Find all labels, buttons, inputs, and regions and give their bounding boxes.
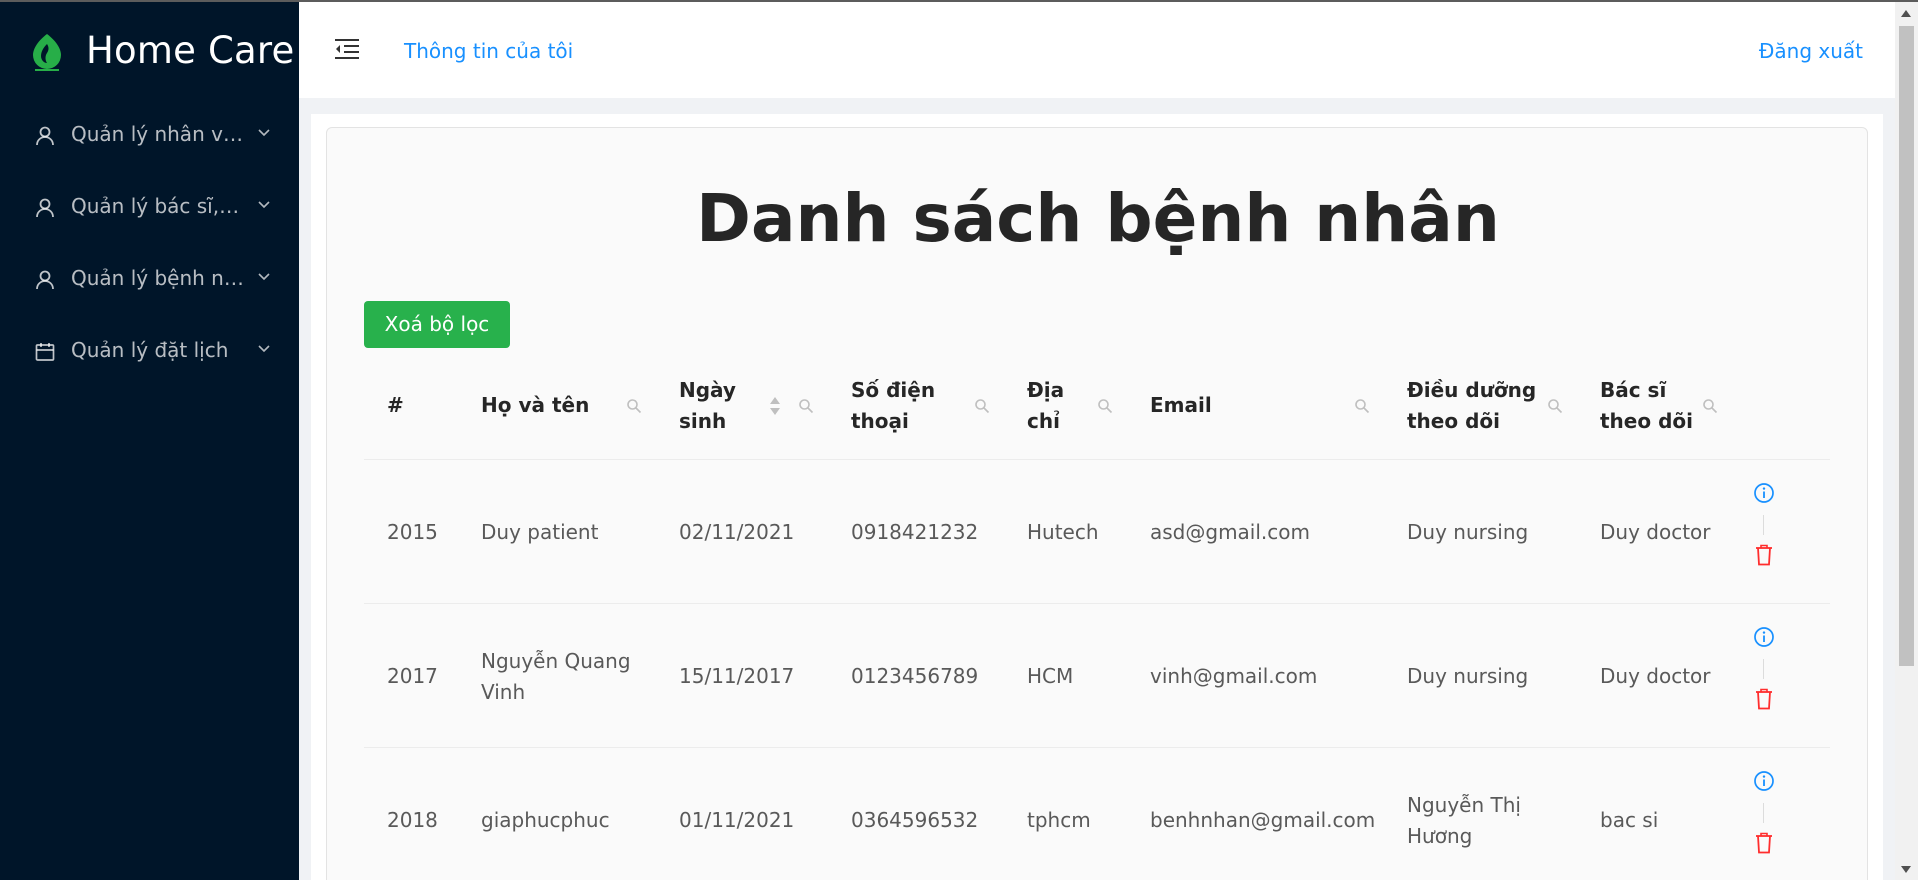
- table-row: 2018 giaphucphuc 01/11/2021 0364596532 t…: [364, 749, 1830, 880]
- table-header: # Họ và tên Ngày sinh Số điện thoại Địa …: [364, 350, 1830, 460]
- column-header-id: #: [387, 393, 404, 417]
- delete-icon[interactable]: [1755, 832, 1773, 854]
- cell-address: tphcm: [1027, 808, 1091, 832]
- delete-icon[interactable]: [1755, 688, 1773, 710]
- search-icon[interactable]: [1702, 398, 1718, 414]
- search-icon[interactable]: [626, 398, 642, 414]
- top-header: Thông tin của tôi Đăng xuất: [299, 2, 1895, 98]
- column-header-doctor: Bác sĩ theo dõi: [1600, 378, 1693, 433]
- cell-name: Duy patient: [481, 520, 599, 544]
- column-header-name: Họ và tên: [481, 393, 590, 417]
- logout-link[interactable]: Đăng xuất: [1759, 39, 1863, 63]
- search-icon[interactable]: [974, 398, 990, 414]
- cell-address: HCM: [1027, 664, 1074, 688]
- leaf-drop-logo: [33, 34, 61, 71]
- cell-dob: 02/11/2021: [679, 520, 795, 544]
- column-header-dob: Ngày sinh: [679, 378, 736, 433]
- info-icon[interactable]: [1753, 770, 1775, 792]
- sidebar-item-label: Quản lý nhân viên: [71, 122, 246, 146]
- sidebar-item-doctors-nurses[interactable]: Quản lý bác sĩ, điều dưỡng: [0, 182, 299, 232]
- cell-id: 2017: [387, 664, 438, 688]
- cell-email: benhnhan@gmail.com: [1150, 808, 1376, 832]
- chevron-down-icon: [258, 273, 270, 281]
- delete-icon[interactable]: [1755, 544, 1773, 566]
- search-icon[interactable]: [1097, 398, 1113, 414]
- action-divider: [1763, 515, 1764, 535]
- calendar-icon: [35, 343, 55, 361]
- scroll-up-arrow-icon[interactable]: [1901, 10, 1911, 17]
- info-icon[interactable]: [1753, 626, 1775, 648]
- cell-doctor: bac si: [1600, 808, 1659, 832]
- user-icon: [36, 126, 54, 146]
- sidebar-item-patients[interactable]: Quản lý bệnh nhân: [0, 254, 299, 304]
- clear-filter-button[interactable]: Xoá bộ lọc: [364, 301, 510, 348]
- user-icon: [36, 270, 54, 290]
- cell-doctor: Duy doctor: [1600, 520, 1711, 544]
- window-top-border: [0, 0, 1918, 2]
- cell-dob: 15/11/2017: [679, 664, 795, 688]
- sidebar-item-label: Quản lý bác sĩ, điều dưỡng: [71, 194, 243, 218]
- cell-nurse: Nguyễn Thị Hương: [1407, 793, 1521, 848]
- scroll-down-arrow-icon[interactable]: [1901, 866, 1911, 873]
- sort-icon[interactable]: [769, 395, 781, 417]
- user-icon: [36, 198, 54, 218]
- page-title: Danh sách bệnh nhân: [696, 180, 1500, 257]
- cell-phone: 0123456789: [851, 664, 979, 688]
- sidebar-item-label: Quản lý đặt lịch: [71, 338, 229, 362]
- cell-nurse: Duy nursing: [1407, 664, 1529, 688]
- search-icon[interactable]: [798, 398, 814, 414]
- cell-nurse: Duy nursing: [1407, 520, 1529, 544]
- cell-email: vinh@gmail.com: [1150, 664, 1318, 688]
- column-header-email: Email: [1150, 393, 1212, 417]
- cell-id: 2015: [387, 520, 438, 544]
- chevron-down-icon: [258, 129, 270, 137]
- column-header-address: Địa chỉ: [1027, 378, 1065, 433]
- cell-id: 2018: [387, 808, 438, 832]
- table-row: 2015 Duy patient 02/11/2021 0918421232 H…: [364, 461, 1830, 604]
- cell-phone: 0918421232: [851, 520, 979, 544]
- sidebar: Home Care Quản lý nhân viên Quản lý bác …: [0, 2, 299, 880]
- cell-name: giaphucphuc: [481, 808, 610, 832]
- action-divider: [1763, 803, 1764, 823]
- table-row: 2017 Nguyễn Quang Vinh 15/11/2017 012345…: [364, 605, 1830, 748]
- sidebar-item-appointments[interactable]: Quản lý đặt lịch: [0, 326, 299, 376]
- cell-email: asd@gmail.com: [1150, 520, 1310, 544]
- search-icon[interactable]: [1547, 398, 1563, 414]
- sidebar-item-label: Quản lý bệnh nhân: [71, 266, 246, 290]
- cell-phone: 0364596532: [851, 808, 979, 832]
- column-header-nurse: Điều dưỡng theo dõi: [1407, 378, 1537, 433]
- my-info-link[interactable]: Thông tin của tôi: [404, 39, 573, 63]
- patient-list-card: Danh sách bệnh nhân Xoá bộ lọc # Họ và t…: [326, 127, 1868, 880]
- sidebar-item-staff[interactable]: Quản lý nhân viên: [0, 110, 299, 160]
- cell-doctor: Duy doctor: [1600, 664, 1711, 688]
- menu-fold-icon[interactable]: [334, 38, 360, 60]
- app-title: Home Care: [86, 29, 295, 72]
- cell-address: Hutech: [1027, 520, 1099, 544]
- cell-dob: 01/11/2021: [679, 808, 795, 832]
- scrollbar-thumb[interactable]: [1899, 26, 1914, 666]
- column-header-phone: Số điện thoại: [851, 378, 936, 433]
- chevron-down-icon: [258, 345, 270, 353]
- search-icon[interactable]: [1354, 398, 1370, 414]
- page-scrollbar[interactable]: [1895, 2, 1918, 880]
- info-icon[interactable]: [1753, 482, 1775, 504]
- action-divider: [1763, 659, 1764, 679]
- cell-name: Nguyễn Quang Vinh: [481, 649, 631, 704]
- chevron-down-icon: [258, 201, 270, 209]
